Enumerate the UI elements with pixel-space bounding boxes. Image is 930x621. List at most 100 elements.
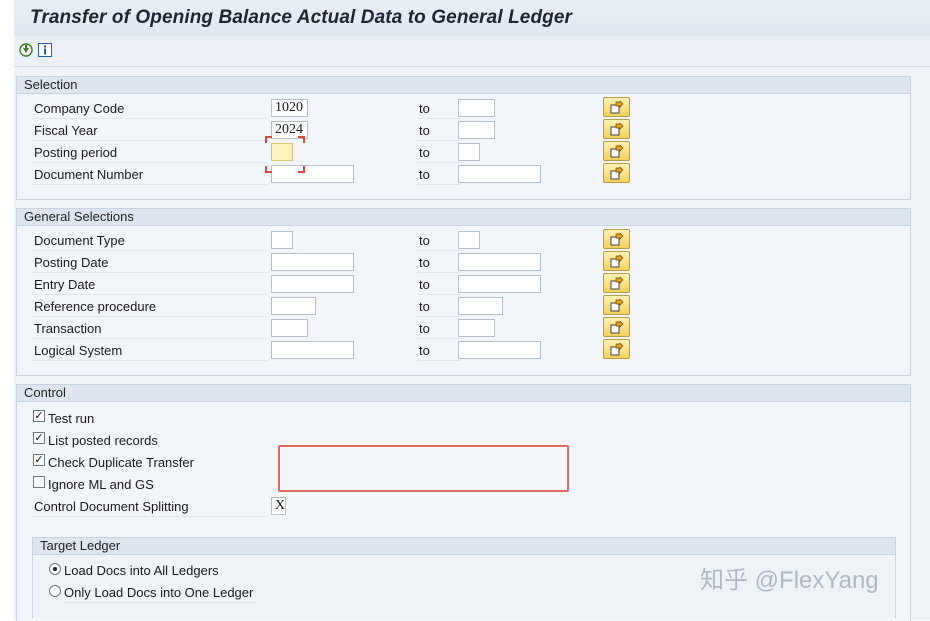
check-duplicate-transfer-checkbox[interactable]: ✓ xyxy=(33,454,45,466)
to-label: to xyxy=(419,255,430,270)
field-label: Logical System xyxy=(34,343,123,358)
application-toolbar xyxy=(14,36,930,67)
document-number-low-input[interactable] xyxy=(271,165,354,183)
posting-period-low-input[interactable] xyxy=(271,143,293,161)
to-label: to xyxy=(419,277,430,292)
checkbox-label: List posted records xyxy=(48,433,158,448)
field-label: Posting Date xyxy=(34,255,109,270)
document-number-high-input[interactable] xyxy=(458,165,541,183)
label-underline xyxy=(32,272,267,273)
reference-procedure-high-input[interactable] xyxy=(458,297,503,315)
logical-system-low-input[interactable] xyxy=(271,341,354,359)
multiple-selection-icon xyxy=(610,100,623,113)
multiple-selection-button[interactable] xyxy=(603,317,630,337)
company-code-low-input[interactable]: 1020 xyxy=(271,99,308,117)
test-run-checkbox[interactable]: ✓ xyxy=(33,410,45,422)
group-title: Target Ledger xyxy=(33,538,895,555)
ignore-ml-gs-checkbox[interactable] xyxy=(33,476,45,488)
company-code-row: Company Code 1020 to xyxy=(17,97,910,120)
load-all-ledgers-radio[interactable] xyxy=(49,563,61,575)
transaction-high-input[interactable] xyxy=(458,319,495,337)
to-underline xyxy=(417,162,460,163)
transaction-low-input[interactable] xyxy=(271,319,308,337)
multiple-selection-button[interactable] xyxy=(603,273,630,293)
label-underline xyxy=(32,250,267,251)
multiple-selection-button[interactable] xyxy=(603,339,630,359)
fiscal-year-high-input[interactable] xyxy=(458,121,495,139)
group-title: Control xyxy=(17,385,910,402)
multiple-selection-button[interactable] xyxy=(603,97,630,117)
multiple-selection-button[interactable] xyxy=(603,251,630,271)
reference-procedure-row: Reference procedure to xyxy=(17,295,910,318)
label-underline xyxy=(63,602,257,603)
multiple-selection-icon xyxy=(610,122,623,135)
label-underline xyxy=(32,360,267,361)
to-underline xyxy=(417,338,460,339)
watermark: 知乎 @FlexYang xyxy=(700,567,879,594)
multiple-selection-icon xyxy=(610,254,623,267)
checkbox-label: Check Duplicate Transfer xyxy=(48,455,194,470)
to-label: to xyxy=(419,343,430,358)
field-label: Company Code xyxy=(34,101,125,116)
checkbox-label: Test run xyxy=(48,411,95,426)
field-label: Fiscal Year xyxy=(34,123,98,138)
label-underline xyxy=(32,294,267,295)
to-label: to xyxy=(419,123,430,138)
multiple-selection-button[interactable] xyxy=(603,229,630,249)
focus-corner-top-left xyxy=(265,136,272,143)
entry-date-row: Entry Date to xyxy=(17,273,910,296)
multiple-selection-button[interactable] xyxy=(603,163,630,183)
logical-system-high-input[interactable] xyxy=(458,341,541,359)
to-underline xyxy=(417,140,460,141)
reference-procedure-low-input[interactable] xyxy=(271,297,316,315)
group-title: Selection xyxy=(17,77,910,94)
load-one-ledger-radio[interactable] xyxy=(49,585,61,597)
to-label: to xyxy=(419,145,430,160)
multiple-selection-button[interactable] xyxy=(603,119,630,139)
fiscal-year-row: Fiscal Year 2024 to xyxy=(17,119,910,142)
field-label: Posting period xyxy=(34,145,118,160)
posting-date-high-input[interactable] xyxy=(458,253,541,271)
control-document-splitting-input[interactable]: X xyxy=(271,497,286,515)
multiple-selection-button[interactable] xyxy=(603,141,630,161)
to-underline xyxy=(417,316,460,317)
highlight-box xyxy=(278,445,569,492)
entry-date-high-input[interactable] xyxy=(458,275,541,293)
multiple-selection-icon xyxy=(610,320,623,333)
focus-corner-bottom-left xyxy=(265,166,272,173)
group-title: General Selections xyxy=(17,209,910,226)
label-underline xyxy=(32,516,267,517)
label-underline xyxy=(32,162,267,163)
entry-date-low-input[interactable] xyxy=(271,275,354,293)
multiple-selection-icon xyxy=(610,144,623,157)
document-type-row: Document Type to xyxy=(17,229,910,252)
to-label: to xyxy=(419,167,430,182)
logical-system-row: Logical System to xyxy=(17,339,910,362)
company-code-high-input[interactable] xyxy=(458,99,495,117)
test-run-row: ✓ Test run xyxy=(17,408,910,430)
label-underline xyxy=(32,338,267,339)
radio-label: Only Load Docs into One Ledger xyxy=(64,585,254,600)
to-label: to xyxy=(419,321,430,336)
document-type-high-input[interactable] xyxy=(458,231,480,249)
selection-screen: Selection Company Code 1020 to Fiscal Ye… xyxy=(14,67,930,621)
multiple-selection-icon xyxy=(610,276,623,289)
multiple-selection-button[interactable] xyxy=(603,295,630,315)
posting-period-high-input[interactable] xyxy=(458,143,480,161)
posting-date-row: Posting Date to xyxy=(17,251,910,274)
multiple-selection-icon xyxy=(610,342,623,355)
to-label: to xyxy=(419,299,430,314)
field-label: Control Document Splitting xyxy=(34,499,189,514)
document-type-low-input[interactable] xyxy=(271,231,293,249)
to-underline xyxy=(417,360,460,361)
list-posted-records-checkbox[interactable]: ✓ xyxy=(33,432,45,444)
label-underline xyxy=(32,140,267,141)
multiple-selection-icon xyxy=(610,166,623,179)
control-document-splitting-row: Control Document Splitting X xyxy=(17,496,910,518)
label-underline xyxy=(32,118,267,119)
page-title: Transfer of Opening Balance Actual Data … xyxy=(30,7,573,28)
execute-icon[interactable] xyxy=(19,43,33,57)
to-label: to xyxy=(419,101,430,116)
info-icon[interactable] xyxy=(38,43,52,57)
posting-date-low-input[interactable] xyxy=(271,253,354,271)
